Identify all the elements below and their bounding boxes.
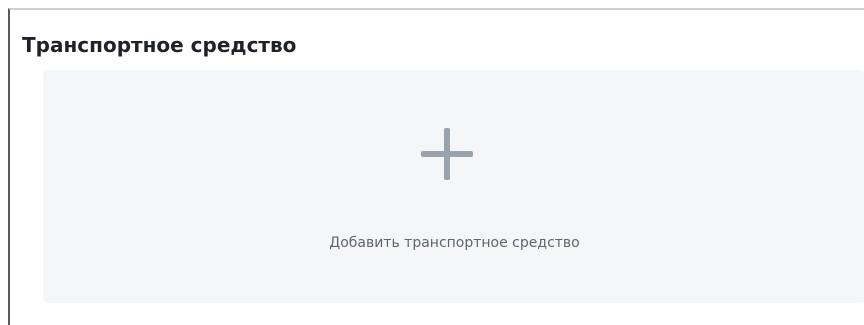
- add-vehicle-label: Добавить транспортное средство: [329, 235, 580, 251]
- plus-icon: [421, 128, 473, 180]
- add-vehicle-button[interactable]: Добавить транспортное средство: [43, 70, 864, 303]
- section-title: Транспортное средство: [22, 33, 297, 57]
- vehicle-section-panel: Транспортное средство Добавить транспорт…: [8, 8, 864, 325]
